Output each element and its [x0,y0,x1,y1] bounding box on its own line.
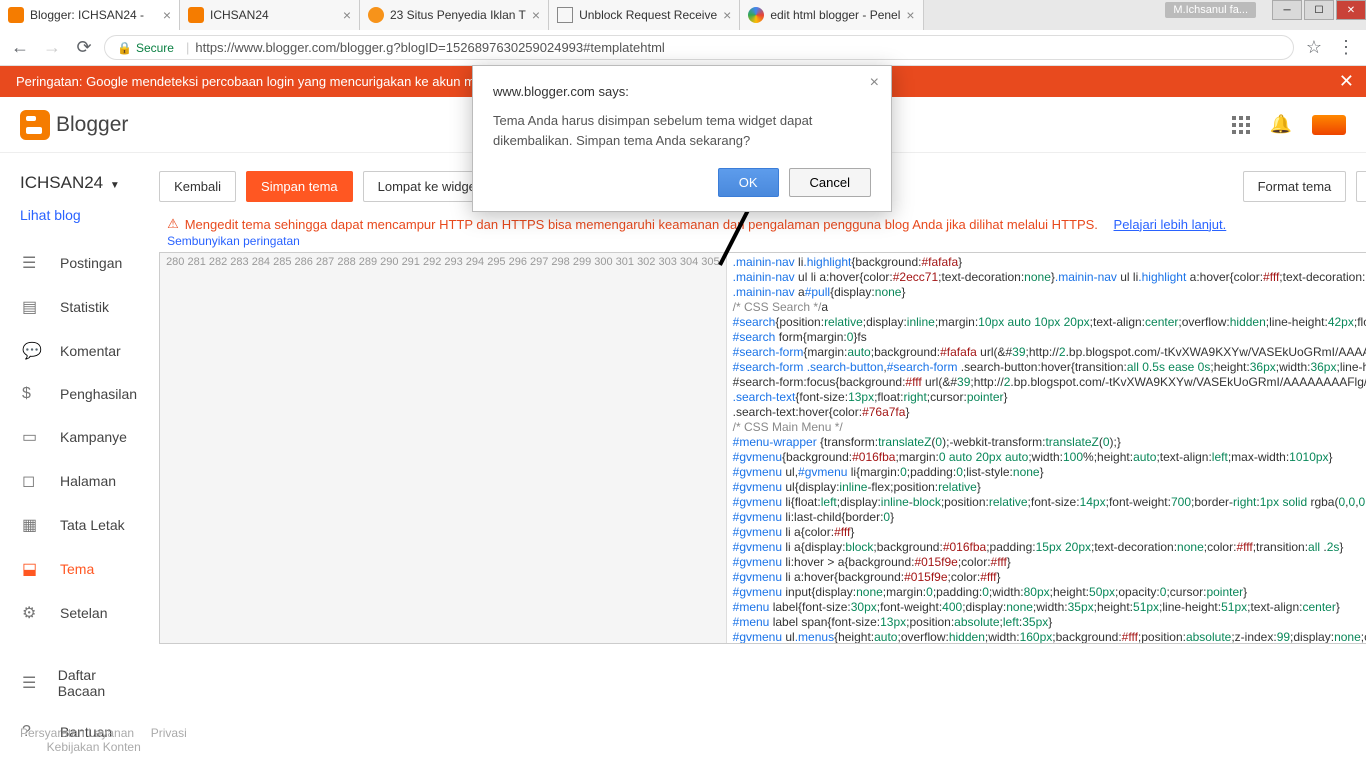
blogger-logo-icon [20,110,50,140]
sidebar-item-earnings[interactable]: $ Penghasilan [0,373,159,415]
learn-more-link[interactable]: Pelajari lebih lanjut. [1114,217,1227,232]
gear-icon: ⚙ [22,603,42,623]
code-body[interactable]: .mainin-nav li.highlight{background:#faf… [727,253,1366,644]
dollar-icon: $ [22,385,42,403]
revert-changes-button[interactable]: Kembalikan perubahan [1356,171,1366,202]
sidebar-item-stats[interactable]: ▤ Statistik [0,285,159,329]
sidebar-item-reading-list[interactable]: ☰ Daftar Bacaan [0,655,159,711]
close-icon[interactable]: × [163,7,171,23]
posts-icon: ☰ [22,253,42,273]
notifications-icon[interactable]: 🔔 [1270,114,1292,135]
sidebar-item-label: Daftar Bacaan [58,667,137,699]
sidebar-item-label: Komentar [60,343,121,359]
ok-button[interactable]: OK [718,168,779,197]
address-bar: ← → ⟳ 🔒 Secure | https://www.blogger.com… [0,30,1366,66]
sidebar-item-label: Setelan [60,605,107,621]
terms-link[interactable]: Persyaratan Layanan [20,726,134,740]
blogger-logo[interactable]: Blogger [20,110,128,140]
sidebar-item-pages[interactable]: ◻ Halaman [0,459,159,503]
tab-title: edit html blogger - Penel [770,8,900,22]
back-icon[interactable]: ← [8,37,32,58]
confirm-dialog: × www.blogger.com says: Tema Anda harus … [472,65,892,212]
sidebar-item-campaigns[interactable]: ▭ Kampanye [0,415,159,459]
sidebar-item-label: Tata Letak [60,517,125,533]
brand-name: Blogger [56,113,128,137]
pages-icon: ◻ [22,471,42,491]
sidebar-item-label: Tema [60,561,94,577]
menu-icon[interactable]: ⋮ [1334,37,1358,58]
tab-title: 23 Situs Penyedia Iklan T [390,8,526,22]
favicon-icon [8,7,24,23]
close-icon[interactable]: × [343,7,351,23]
sidebar-item-label: Postingan [60,255,122,271]
favicon-icon [368,7,384,23]
browser-tab-3[interactable]: Unblock Request Receive × [549,0,740,30]
sidebar: ICHSAN24 ▼ Lihat blog ☰ Postingan ▤ Statis… [0,153,159,762]
window-controls: ─ ☐ ✕ [1272,0,1366,20]
sidebar-item-label: Penghasilan [60,386,137,402]
avatar[interactable] [1312,115,1346,135]
window-close-icon[interactable]: ✕ [1336,0,1366,20]
stats-icon: ▤ [22,297,42,317]
browser-tab-2[interactable]: 23 Situs Penyedia Iklan T × [360,0,549,30]
sidebar-item-layout[interactable]: ▦ Tata Letak [0,503,159,547]
warning-text: Peringatan: Google mendeteksi percobaan … [16,74,475,89]
dialog-message: Tema Anda harus disimpan sebelum tema wi… [493,111,871,150]
close-icon[interactable]: × [723,7,731,23]
tab-title: ICHSAN24 [210,8,337,22]
sidebar-item-label: Halaman [60,473,116,489]
minimize-icon[interactable]: ─ [1272,0,1302,20]
close-icon[interactable]: × [870,74,879,92]
sidebar-item-label: Statistik [60,299,109,315]
tab-title: Unblock Request Receive [579,8,717,22]
chevron-down-icon: ▼ [110,180,120,191]
close-icon[interactable]: × [532,7,540,23]
sidebar-item-posts[interactable]: ☰ Postingan [0,241,159,285]
sidebar-item-settings[interactable]: ⚙ Setelan [0,591,159,635]
theme-icon: ⬓ [22,559,42,579]
comments-icon: 💬 [22,341,42,361]
close-icon[interactable]: ✕ [1339,71,1354,92]
save-theme-button[interactable]: Simpan tema [246,171,353,202]
warning-triangle-icon: ⚠ [167,216,179,232]
browser-tab-strip: Blogger: ICHSAN24 - × ICHSAN24 × 23 Situ… [0,0,1366,30]
browser-tab-1[interactable]: ICHSAN24 × [180,0,360,30]
blog-selector[interactable]: ICHSAN24 ▼ [0,165,159,207]
star-icon[interactable]: ☆ [1302,37,1326,58]
forward-icon[interactable]: → [40,37,64,58]
cancel-button[interactable]: Cancel [789,168,871,197]
maximize-icon[interactable]: ☐ [1304,0,1334,20]
browser-profile-chip[interactable]: M.Ichsanul fa... [1165,2,1256,18]
code-editor[interactable]: 280 281 282 283 284 285 286 287 288 289 … [159,252,1366,644]
favicon-icon [748,7,764,23]
url-text: https://www.blogger.com/blogger.g?blogID… [195,40,664,55]
line-gutter: 280 281 282 283 284 285 286 287 288 289 … [160,253,727,644]
browser-tab-0[interactable]: Blogger: ICHSAN24 - × [0,0,180,30]
sidebar-item-label: Kampanye [60,429,127,445]
reload-icon[interactable]: ⟳ [72,37,96,58]
list-icon: ☰ [22,673,40,693]
sidebar-item-theme[interactable]: ⬓ Tema [0,547,159,591]
tab-title: Blogger: ICHSAN24 - [30,8,157,22]
view-blog-link[interactable]: Lihat blog [0,207,159,241]
back-button[interactable]: Kembali [159,171,236,202]
favicon-icon [188,7,204,23]
format-theme-button[interactable]: Format tema [1243,171,1347,202]
content-policy-link[interactable]: Kebijakan Konten [47,740,141,754]
sidebar-item-comments[interactable]: 💬 Komentar [0,329,159,373]
apps-grid-icon[interactable] [1232,116,1250,134]
dialog-host: www.blogger.com says: [493,84,871,99]
browser-tab-4[interactable]: edit html blogger - Penel × [740,0,923,30]
campaign-icon: ▭ [22,427,42,447]
lock-icon: 🔒 Secure [117,41,174,55]
favicon-icon [557,7,573,23]
layout-icon: ▦ [22,515,42,535]
url-input[interactable]: 🔒 Secure | https://www.blogger.com/blogg… [104,35,1294,60]
close-icon[interactable]: × [906,7,914,23]
